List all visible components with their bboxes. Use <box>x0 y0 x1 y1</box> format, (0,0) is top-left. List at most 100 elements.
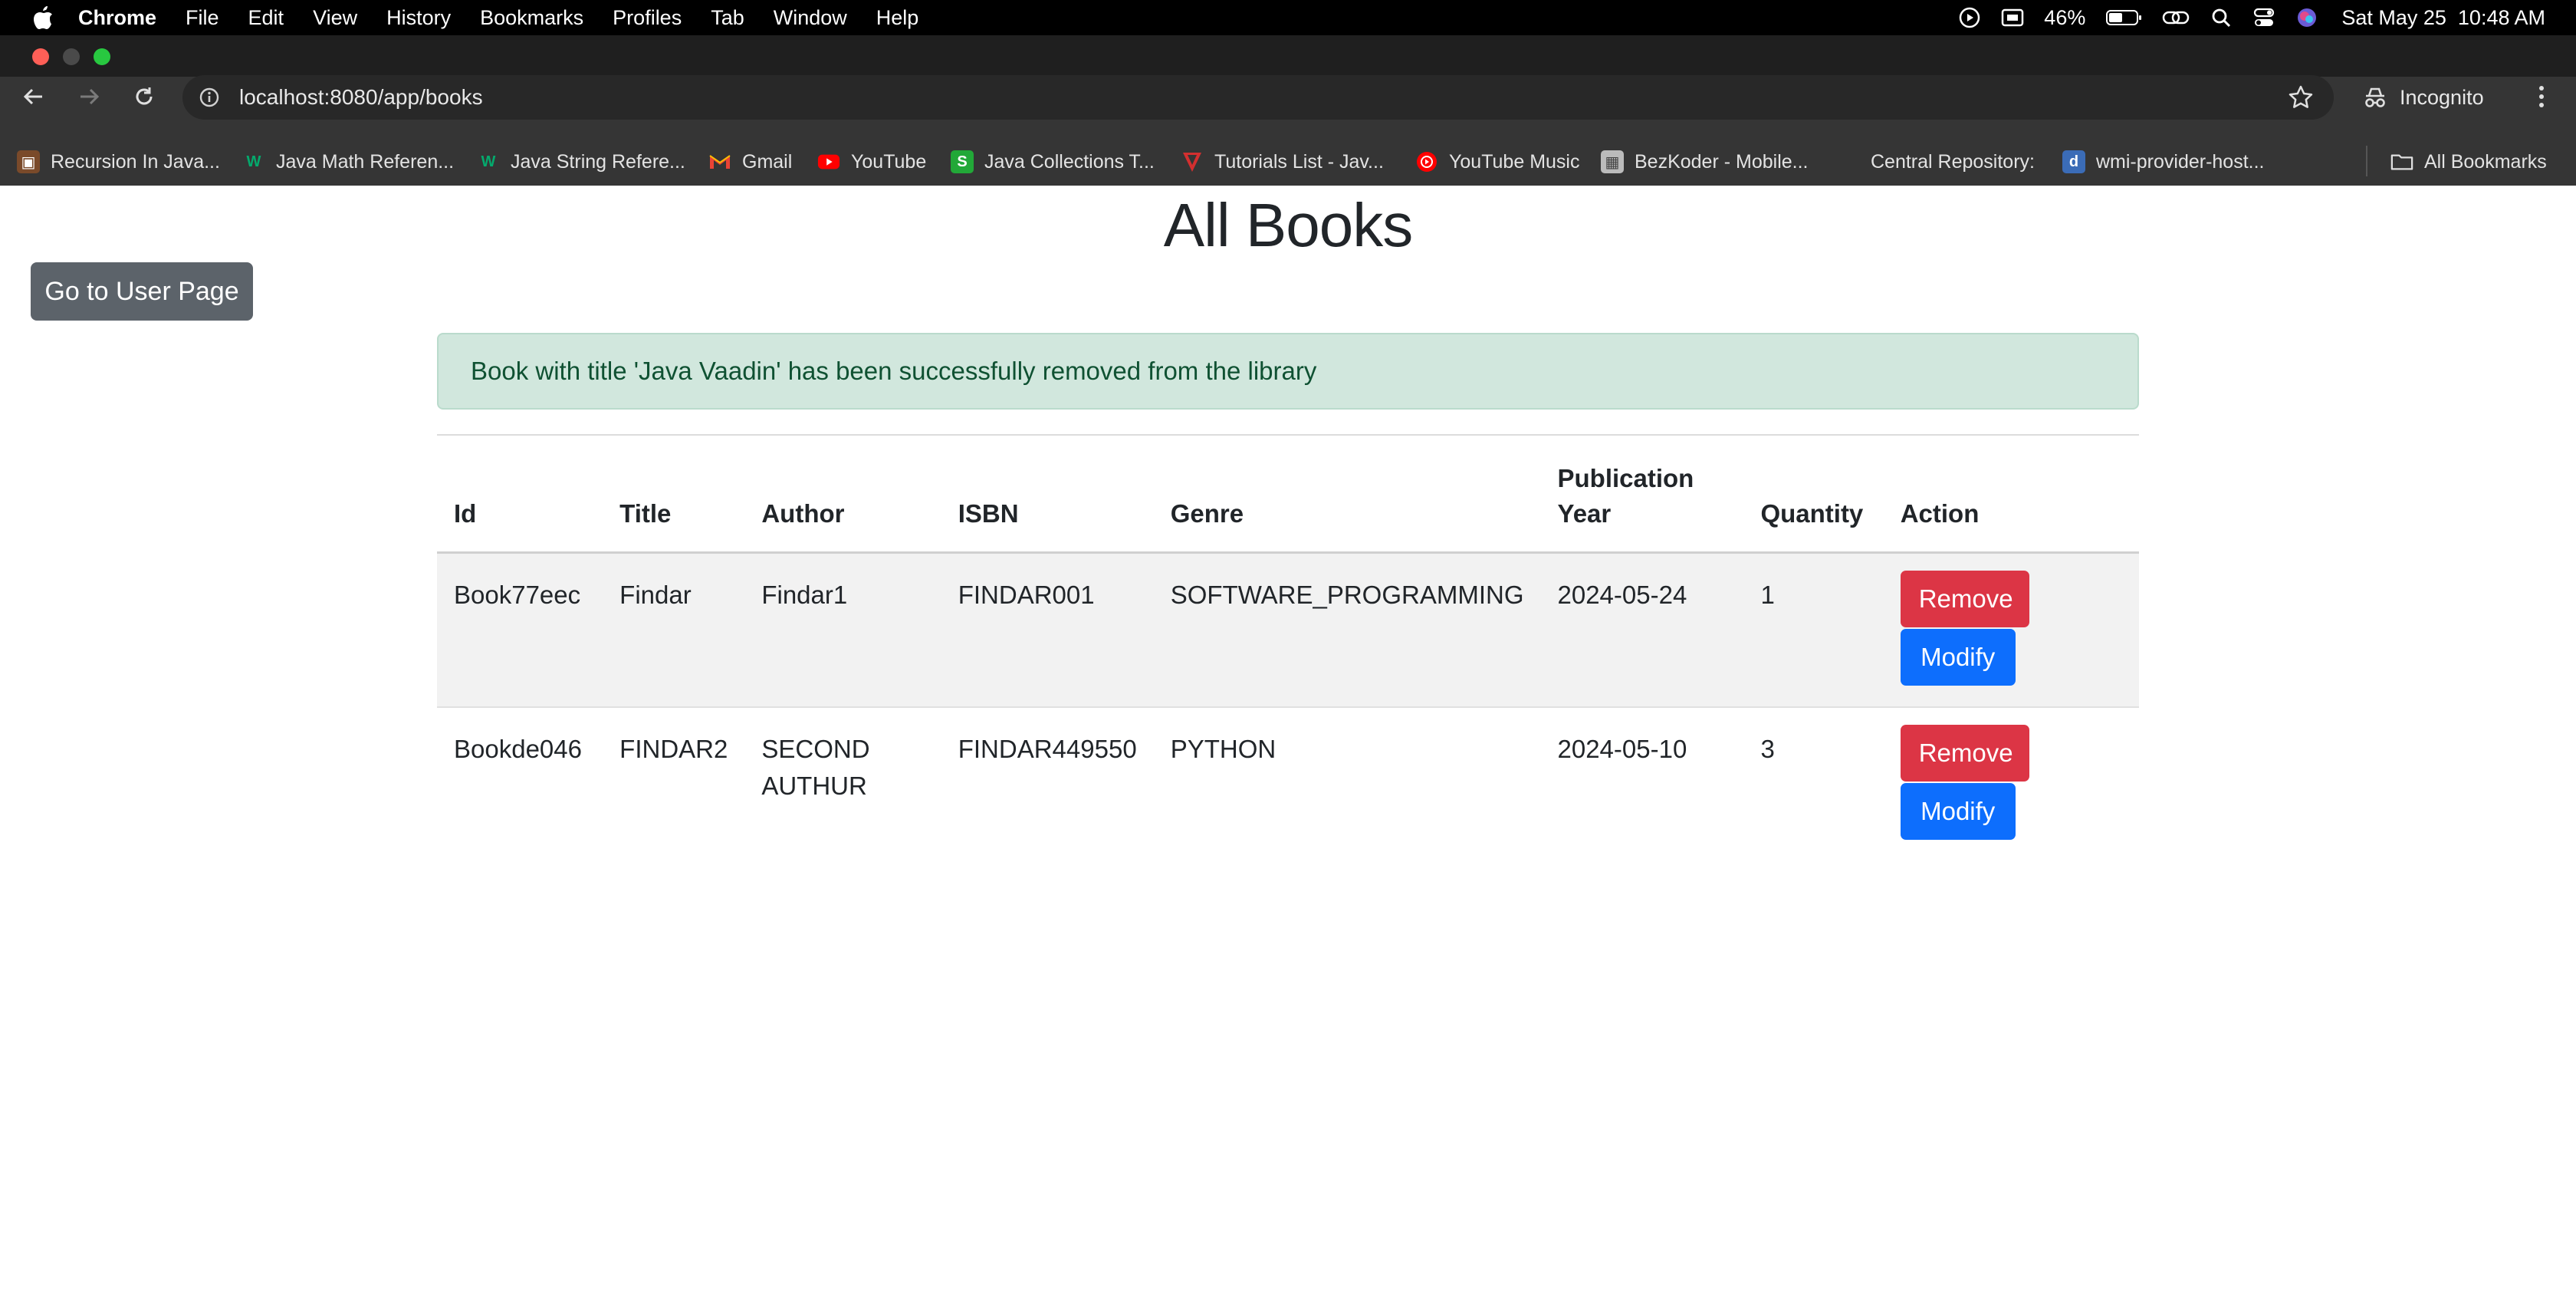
bookmark-label: YouTube <box>851 150 927 173</box>
success-alert: Book with title 'Java Vaadin' has been s… <box>437 333 2139 410</box>
bookmarks-divider <box>2366 146 2367 176</box>
link-icon[interactable] <box>2162 6 2190 29</box>
apple-icon[interactable] <box>28 0 58 35</box>
back-arrow-icon[interactable] <box>17 80 51 114</box>
menu-bookmarks[interactable]: Bookmarks <box>480 6 583 30</box>
reload-icon[interactable] <box>127 80 161 114</box>
menu-profiles[interactable]: Profiles <box>613 6 682 30</box>
w3-favicon-icon: W <box>481 153 496 170</box>
cell-id: Book77eec <box>437 552 603 708</box>
bookmark-label: Java Collections T... <box>984 150 1155 173</box>
books-table: Id Title Author ISBN Genre Publication Y… <box>437 436 2139 851</box>
site-info-icon[interactable] <box>198 86 221 109</box>
bookmark-label: wmi-provider-host... <box>2096 150 2265 173</box>
clock[interactable]: Sat May 25 10:48 AM <box>2341 6 2545 30</box>
bookmark-item[interactable]: W Java String Refere... <box>477 138 685 186</box>
control-center-icon[interactable] <box>2252 6 2275 29</box>
bookmark-item[interactable]: W Java Math Referen... <box>242 138 455 186</box>
bookmark-label: BezKoder - Mobile... <box>1635 150 1809 173</box>
menu-window[interactable]: Window <box>774 6 847 30</box>
bookmarks-bar: ▣ Recursion In Java... W Java Math Refer… <box>0 138 2576 186</box>
menu-chrome[interactable]: Chrome <box>78 6 156 30</box>
cell-action: Remove Modify <box>1883 552 2139 708</box>
url-text[interactable]: localhost:8080/app/books <box>239 85 483 110</box>
menu-edit[interactable]: Edit <box>248 6 284 30</box>
table-header-row: Id Title Author ISBN Genre Publication Y… <box>437 436 2139 554</box>
cell-publication-year: 2024-05-10 <box>1557 735 1687 763</box>
table-row: Bookde046 FINDAR2 SECOND AUTHUR FINDAR44… <box>437 707 2139 851</box>
bookmark-label: Tutorials List - Jav... <box>1214 150 1384 173</box>
all-bookmarks-button[interactable]: All Bookmarks <box>2390 138 2547 186</box>
bookmark-label: Recursion In Java... <box>51 150 220 173</box>
incognito-label: Incognito <box>2400 85 2484 109</box>
modify-button[interactable]: Modify <box>1900 783 2016 840</box>
bookmark-item[interactable]: Tutorials List - Jav... <box>1181 138 1384 186</box>
menu-view[interactable]: View <box>313 6 357 30</box>
remove-button[interactable]: Remove <box>1900 725 2029 782</box>
header-action: Action <box>1883 436 2139 554</box>
bookmark-item[interactable]: ▦ BezKoder - Mobile... <box>1601 138 1809 186</box>
header-genre: Genre <box>1153 436 1541 554</box>
cell-author: Findar1 <box>744 552 941 708</box>
bookmark-item[interactable]: d wmi-provider-host... <box>2062 138 2265 186</box>
modify-button[interactable]: Modify <box>1900 628 2016 686</box>
bookmark-label: Java String Refere... <box>511 150 685 173</box>
zoom-window-button[interactable] <box>94 48 110 65</box>
menu-file[interactable]: File <box>186 6 219 30</box>
cell-quantity: 3 <box>1760 735 1775 763</box>
cell-genre: PYTHON <box>1170 735 1276 763</box>
bookmark-star-icon[interactable] <box>2288 84 2314 110</box>
v-favicon-icon <box>1181 150 1204 173</box>
window-titlebar <box>0 35 2576 77</box>
cell-id: Bookde046 <box>454 735 582 763</box>
siri-icon[interactable] <box>2295 6 2318 29</box>
cell-publication-year: 2024-05-24 <box>1540 552 1744 708</box>
page-content: All Books Go to User Page Book with titl… <box>0 186 2576 1313</box>
minimize-window-button[interactable] <box>63 48 80 65</box>
display-icon[interactable] <box>2001 6 2024 29</box>
all-bookmarks-label: All Bookmarks <box>2424 150 2547 173</box>
more-options-icon[interactable] <box>2530 80 2553 114</box>
remove-button[interactable]: Remove <box>1900 570 2029 627</box>
bookmark-item[interactable]: YouTube <box>817 138 926 186</box>
cell-isbn: FINDAR001 <box>941 552 1154 708</box>
menu-tab[interactable]: Tab <box>711 6 744 30</box>
bookmark-item[interactable]: Central Repository: <box>1871 138 2035 186</box>
play-circle-icon[interactable] <box>1958 6 1981 29</box>
macos-menubar: Chrome File Edit View History Bookmarks … <box>0 0 2576 35</box>
cell-action: Remove Modify <box>1884 707 2139 851</box>
go-to-user-page-button[interactable]: Go to User Page <box>31 262 253 321</box>
cell-author: SECOND AUTHUR <box>761 735 870 800</box>
bookmark-label: Java Math Referen... <box>276 150 455 173</box>
bookmark-item[interactable]: YouTube Music <box>1415 138 1579 186</box>
w3-favicon-icon: W <box>246 153 261 170</box>
bookmark-item[interactable]: Gmail <box>708 138 792 186</box>
bookmark-label: Central Repository: <box>1871 150 2035 173</box>
header-quantity: Quantity <box>1743 436 1884 554</box>
battery-percent: 46% <box>2044 5 2086 29</box>
forward-arrow-icon[interactable] <box>72 80 106 114</box>
menu-history[interactable]: History <box>386 6 451 30</box>
bookmark-label: YouTube Music <box>1449 150 1580 173</box>
cell-genre: SOFTWARE_PROGRAMMING <box>1153 552 1541 708</box>
incognito-badge[interactable]: Incognito <box>2348 75 2509 120</box>
address-bar[interactable]: localhost:8080/app/books <box>182 75 2334 120</box>
header-title: Title <box>603 436 745 554</box>
bookmark-label: Gmail <box>742 150 793 173</box>
header-id: Id <box>437 436 603 554</box>
book-favicon-icon: ▣ <box>17 150 40 173</box>
s-favicon-icon: S <box>951 150 974 173</box>
menu-help[interactable]: Help <box>876 6 919 30</box>
bookmark-item[interactable]: ▣ Recursion In Java... <box>17 138 220 186</box>
cell-title: Findar <box>603 552 745 708</box>
close-window-button[interactable] <box>32 48 49 65</box>
cell-isbn: FINDAR449550 <box>958 735 1137 763</box>
bezkoder-favicon-icon: ▦ <box>1601 150 1624 173</box>
spotlight-search-icon[interactable] <box>2210 6 2233 29</box>
battery-icon[interactable] <box>2105 6 2142 29</box>
header-publication-year: Publication Year <box>1540 436 1744 554</box>
youtube-favicon-icon <box>817 150 840 173</box>
incognito-icon <box>2361 84 2389 111</box>
cell-title: FINDAR2 <box>619 735 728 763</box>
bookmark-item[interactable]: S Java Collections T... <box>951 138 1155 186</box>
